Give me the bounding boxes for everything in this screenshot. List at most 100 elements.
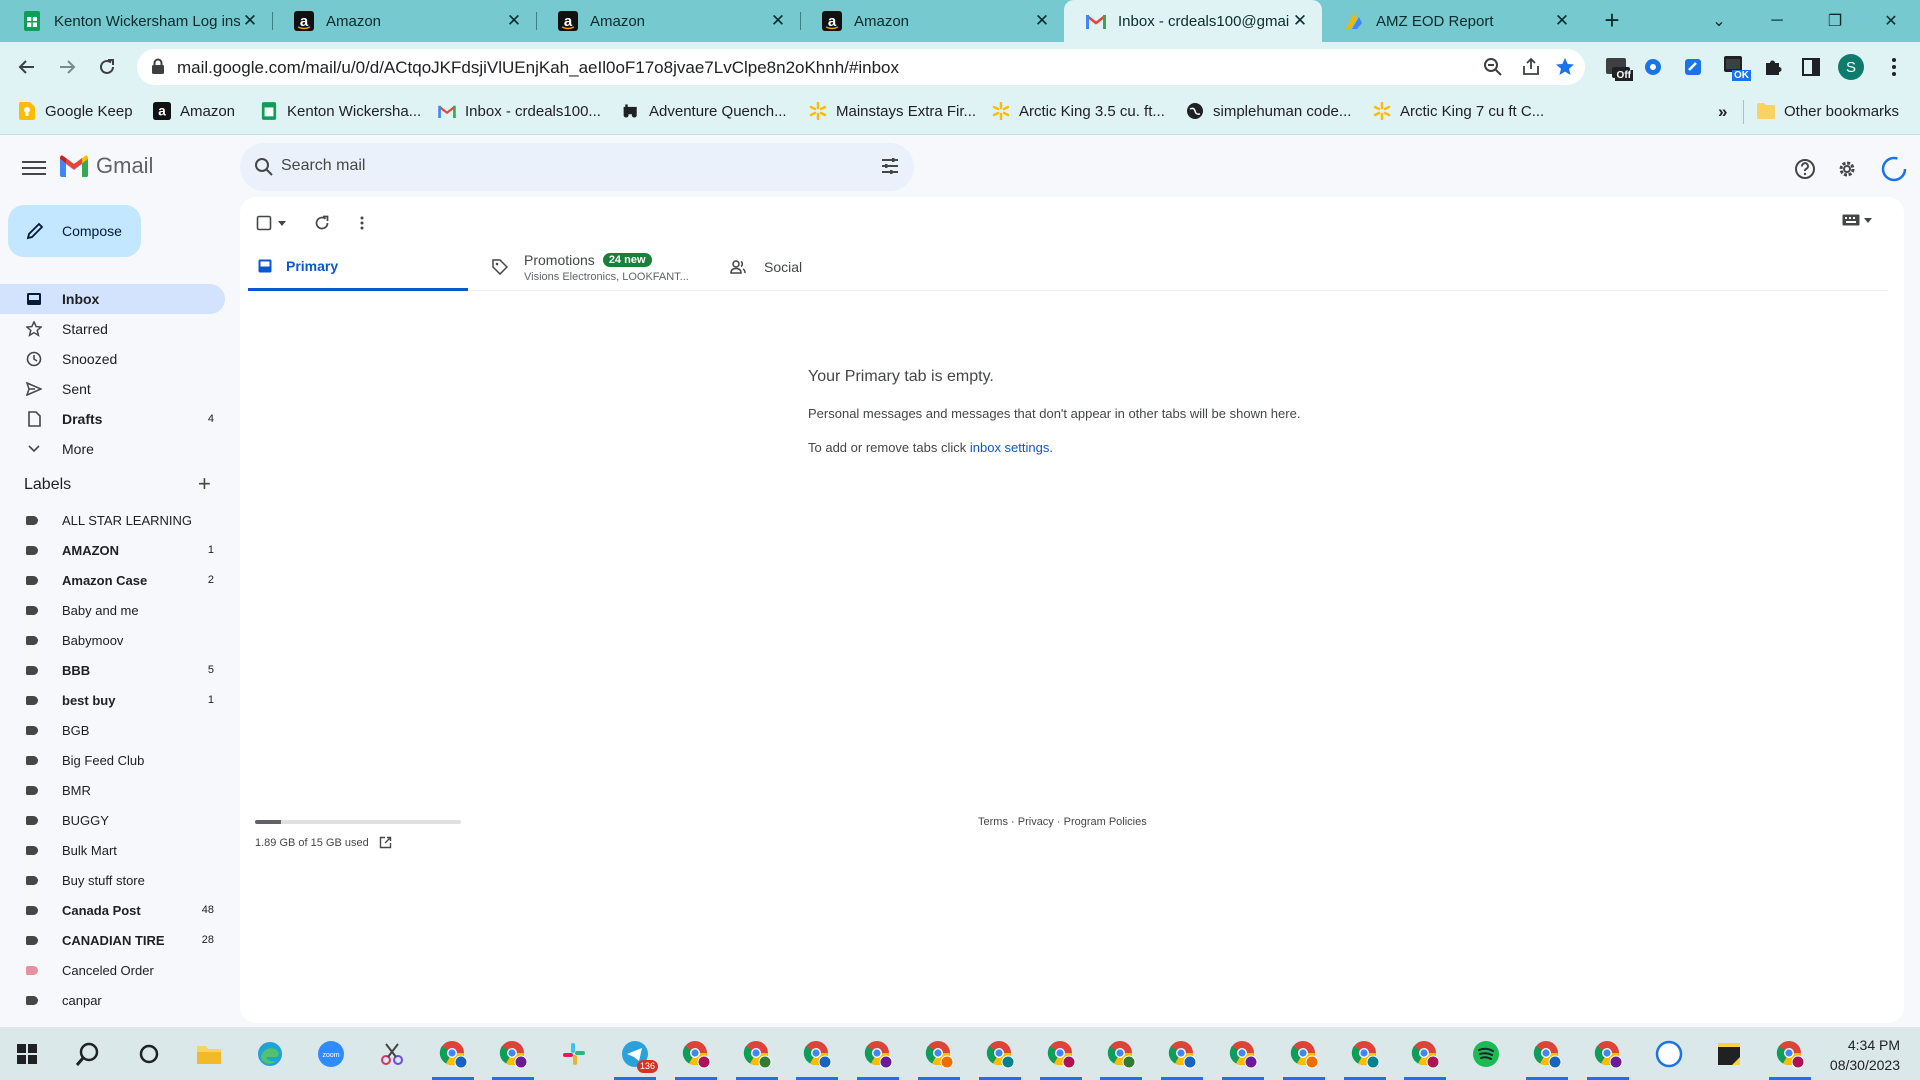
label-item[interactable]: ALL STAR LEARNING [0,505,225,535]
file-explorer-icon[interactable] [192,1037,226,1071]
share-icon[interactable] [1521,57,1541,77]
chrome-icon[interactable] [1773,1037,1807,1071]
sidebar-item-drafts[interactable]: Drafts 4 [0,404,225,434]
browser-tab[interactable]: a Amazon ✕ [800,0,1064,42]
cortana-icon[interactable] [132,1037,166,1071]
slack-icon[interactable] [557,1037,591,1071]
bookmarks-overflow-button[interactable]: » [1718,102,1727,122]
bookmark-item[interactable]: Inbox - crdeals100... [438,102,601,120]
chrome-icon[interactable] [1530,1037,1564,1071]
sidebar-item-snoozed[interactable]: Snoozed [0,344,225,374]
bookmark-item[interactable]: Arctic King 7 cu ft C... [1373,102,1544,120]
privacy-link[interactable]: Privacy [1018,816,1054,828]
new-tab-button[interactable]: + [1598,7,1626,35]
label-item[interactable]: Canada Post 48 [0,895,225,925]
sidebar-item-inbox[interactable]: Inbox [0,284,225,314]
chrome-icon[interactable] [1348,1037,1382,1071]
sidebar-item-more[interactable]: More [0,434,225,464]
label-item[interactable]: CANADIAN TIRE 28 [0,925,225,955]
input-tools-icon[interactable] [1842,214,1872,226]
bookmark-star-icon[interactable] [1555,57,1575,77]
select-checkbox[interactable] [256,215,272,231]
external-link-icon[interactable] [379,836,392,849]
label-item[interactable]: BGB [0,715,225,745]
side-panel-icon[interactable] [1797,53,1825,81]
main-menu-icon[interactable] [22,157,46,179]
spotify-icon[interactable] [1469,1037,1503,1071]
window-close-button[interactable]: ✕ [1862,0,1920,42]
browser-tab[interactable]: a Amazon ✕ [536,0,800,42]
kebab-menu-icon[interactable] [1880,53,1908,81]
chrome-icon[interactable] [800,1037,834,1071]
bookmark-item[interactable]: Mainstays Extra Fir... [809,102,976,120]
browser-tab-active[interactable]: Inbox - crdeals100@gmail.c ✕ [1064,0,1322,42]
sidebar-item-sent[interactable]: Sent [0,374,225,404]
browser-tab[interactable]: AMZ EOD Report ✕ [1322,0,1584,42]
chrome-icon[interactable] [740,1037,774,1071]
label-item[interactable]: CHILDS [0,1015,225,1026]
label-item[interactable]: canpar [0,985,225,1015]
messenger-icon[interactable] [1652,1037,1686,1071]
bookmark-item[interactable]: simplehuman code... [1186,102,1351,120]
chrome-icon[interactable] [679,1037,713,1071]
search-input[interactable]: Search mail [281,157,365,175]
close-icon[interactable]: ✕ [1032,11,1052,31]
account-avatar-icon[interactable] [1880,155,1908,183]
forward-button[interactable] [51,51,83,83]
telegram-icon[interactable]: 136 [618,1037,658,1073]
chrome-icon[interactable] [496,1037,530,1071]
label-item[interactable]: Canceled Order [0,955,225,985]
bookmark-item[interactable]: Adventure Quench... [622,102,787,120]
bookmark-item[interactable]: Kenton Wickersha... [260,102,421,120]
label-item[interactable]: Bulk Mart [0,835,225,865]
edge-icon[interactable] [253,1037,287,1071]
profile-avatar[interactable]: S [1837,53,1865,81]
extension-ok-icon[interactable]: OK [1721,53,1751,81]
chrome-icon[interactable] [436,1037,470,1071]
extension-icon[interactable] [1679,53,1707,81]
chrome-icon[interactable] [1044,1037,1078,1071]
sticky-notes-icon[interactable] [1712,1037,1746,1071]
bookmark-item[interactable]: a Amazon [153,102,235,120]
label-item[interactable]: Big Feed Club [0,745,225,775]
close-icon[interactable]: ✕ [768,11,788,31]
browser-tab[interactable]: a Amazon ✕ [272,0,536,42]
minimize-button[interactable]: ─ [1748,0,1806,42]
compose-button[interactable]: Compose [8,205,141,257]
label-item[interactable]: BMR [0,775,225,805]
label-item[interactable]: Amazon Case 2 [0,565,225,595]
other-bookmarks[interactable]: Other bookmarks [1757,102,1899,120]
help-icon[interactable] [1791,155,1819,183]
settings-gear-icon[interactable] [1833,155,1861,183]
chrome-icon[interactable] [1104,1037,1138,1071]
chrome-icon[interactable] [1226,1037,1260,1071]
search-icon[interactable] [71,1037,105,1071]
tab-promotions[interactable]: Promotions 24 new Visions Electronics, LO… [492,243,712,291]
label-item[interactable]: BUGGY [0,805,225,835]
bookmark-item[interactable]: Arctic King 3.5 cu. ft... [992,102,1165,120]
more-options-icon[interactable] [360,216,364,230]
windows-start-icon[interactable] [10,1037,44,1071]
snip-icon[interactable] [375,1037,409,1071]
chrome-icon[interactable] [1591,1037,1625,1071]
inbox-settings-link[interactable]: inbox settings [970,440,1050,455]
terms-link[interactable]: Terms [978,816,1008,828]
chrome-icon[interactable] [983,1037,1017,1071]
label-item[interactable]: BBB 5 [0,655,225,685]
close-icon[interactable]: ✕ [1290,11,1310,31]
browser-tab[interactable]: Kenton Wickersham Log ins ✕ [0,0,272,42]
zoom-icon[interactable]: zoom [314,1037,348,1071]
label-item[interactable]: AMAZON 1 [0,535,225,565]
extension-off-icon[interactable]: Off [1603,53,1633,81]
chrome-icon[interactable] [1165,1037,1199,1071]
label-item[interactable]: Buy stuff store [0,865,225,895]
label-item[interactable]: Baby and me [0,595,225,625]
select-dropdown-icon[interactable] [278,220,286,226]
search-icon[interactable] [254,157,274,177]
label-item[interactable]: Babymoov [0,625,225,655]
refresh-icon[interactable] [314,215,330,231]
close-icon[interactable]: ✕ [504,11,524,31]
tab-search-button[interactable]: ⌄ [1690,0,1748,42]
add-label-button[interactable]: + [198,473,211,495]
chrome-icon[interactable] [922,1037,956,1071]
